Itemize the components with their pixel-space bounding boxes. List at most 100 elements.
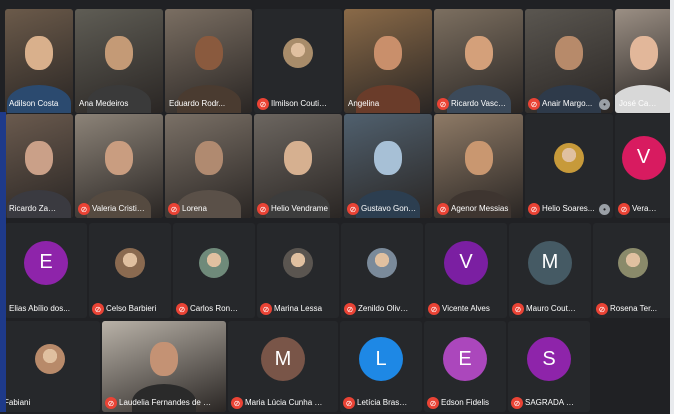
participant-name: Agenor Messias [451, 204, 509, 213]
participant-face [150, 342, 178, 377]
participant-name: Adilson Costa [9, 99, 59, 108]
mic-off-icon: ⊘ [511, 397, 523, 409]
participant-tile[interactable]: E ⊘ Edson Fidelis [424, 321, 506, 412]
participant-tile[interactable]: ⊘Laudelia Fernandes de Oliveira [102, 321, 226, 412]
mic-off-icon: ⊘ [528, 203, 540, 215]
mic-off-icon: ⊘ [437, 203, 449, 215]
participant-name: Ricardo Zanati [9, 204, 59, 213]
participant-name: Angelina [348, 99, 380, 108]
participant-tile[interactable]: ⊘ Agenor Messias [434, 114, 523, 218]
participant-avatar-photo [199, 247, 229, 278]
participant-name: Ana Medeiros [79, 99, 129, 108]
participant-face [105, 140, 133, 175]
participant-tile[interactable]: V ⊘ Vicente Alves [425, 223, 507, 318]
participant-name: Ricardo Vasconcel... [451, 99, 509, 108]
participant-name: Ilmilson Coutinho [271, 99, 328, 108]
participant-tile[interactable]: S ⊘SAGRADA SERVIÇOS [508, 321, 590, 412]
participant-avatar: E [443, 337, 487, 382]
pin-icon[interactable]: • [599, 99, 610, 110]
participant-name: Helio Vendrame [271, 204, 328, 213]
participant-name: Rosena Ter... [610, 304, 657, 313]
participant-name: SAGRADA SERVIÇOS [525, 398, 576, 407]
participant-tile[interactable]: ⊘ Celso Barbieri [89, 223, 171, 318]
participant-name: Fabiani [4, 398, 31, 407]
participant-tile[interactable]: Ricardo Zanati [5, 114, 73, 218]
mic-off-icon: ⊘ [596, 303, 608, 315]
participant-avatar-photo [554, 142, 584, 173]
mic-off-icon: ⊘ [257, 203, 269, 215]
participant-name: Vera Lucia R [632, 204, 658, 213]
mic-off-icon: ⊘ [78, 203, 90, 215]
participant-name: Eduardo Rodr... [169, 99, 226, 108]
participant-tile[interactable]: ⊘ Zenildo Oliveira [341, 223, 423, 318]
participant-face [25, 140, 53, 175]
mic-off-icon: ⊘ [168, 203, 180, 215]
participant-avatar-photo [617, 247, 648, 278]
participant-tile[interactable]: ⊘ Lorena [165, 114, 252, 218]
participant-avatar: L [359, 337, 403, 382]
participant-tile[interactable]: ⊘ Marina Lessa [257, 223, 339, 318]
participant-avatar-photo [367, 247, 397, 278]
participant-tile[interactable]: ⊘Gustavo Gonçalv... [344, 114, 432, 218]
participant-avatar: E [24, 240, 68, 285]
mic-off-icon: ⊘ [105, 397, 117, 409]
participant-face [374, 35, 402, 70]
participant-name: Elias Abílio dos... [9, 304, 70, 313]
participant-tile[interactable]: L ⊘ Letícia Brasília [340, 321, 422, 412]
participant-name: Lorena [182, 204, 207, 213]
participant-avatar-photo [283, 37, 313, 68]
participant-avatar-photo [283, 247, 313, 278]
participant-avatar: S [527, 337, 571, 382]
participant-tile[interactable]: José Carlos [615, 9, 672, 113]
participant-name: Letícia Brasília [357, 398, 408, 407]
participant-tile[interactable]: ⊘ Ilmilson Coutinho [254, 9, 342, 113]
participant-face [464, 35, 493, 70]
pin-icon[interactable]: • [599, 204, 610, 215]
participant-name: Celso Barbieri [106, 304, 157, 313]
mic-off-icon: ⊘ [176, 303, 188, 315]
mic-off-icon: ⊘ [92, 303, 104, 315]
participant-avatar-photo [115, 247, 145, 278]
participant-tile[interactable]: Ana Medeiros [75, 9, 163, 113]
participant-face [105, 35, 133, 70]
participant-tile[interactable]: E Elias Abílio dos... [5, 223, 87, 318]
participant-face [25, 35, 53, 70]
participant-name: Laudelia Fernandes de Oliveira [119, 398, 212, 407]
participant-avatar: M [261, 337, 305, 382]
participant-name: Valeria Cristina Go... [92, 204, 149, 213]
participant-tile[interactable]: ⊘ Anair Margo... • [525, 9, 613, 113]
participant-tile[interactable]: ⊘ Helio Soares... • [525, 114, 613, 218]
participant-tile[interactable]: ⊘Ricardo Vasconcel... [434, 9, 523, 113]
participant-tile[interactable]: Adilson Costa [5, 9, 73, 113]
participant-name: José Carlos [619, 99, 658, 108]
participant-tile[interactable]: ⊘ Helio Vendrame [254, 114, 342, 218]
participant-name: Maria Lúcia Cunha Sorsoli... [245, 398, 324, 407]
participant-face [194, 140, 223, 175]
participant-tile[interactable]: Angelina [344, 9, 432, 113]
mic-off-icon: ⊘ [344, 303, 356, 315]
participant-name: Anair Margo... [542, 99, 593, 108]
participant-name: Vicente Alves [442, 304, 490, 313]
participant-avatar-photo [35, 344, 65, 375]
mic-off-icon: ⊘ [347, 203, 359, 215]
participant-face [555, 35, 583, 70]
participant-tile[interactable]: Eduardo Rodr... [165, 9, 252, 113]
participant-tile[interactable]: V ⊘Vera Lucia R [615, 114, 672, 218]
participant-tile[interactable]: Fabiani [0, 321, 100, 412]
participant-name: Mauro Coutinho... [526, 304, 577, 313]
participant-face [629, 35, 658, 70]
mic-off-icon: ⊘ [512, 303, 524, 315]
side-panel-edge [0, 112, 6, 412]
participant-tile[interactable]: ⊘Valeria Cristina Go... [75, 114, 163, 218]
participant-tile[interactable]: ⊘Carlos Ronald Wa... [173, 223, 255, 318]
participant-tile[interactable]: M ⊘Mauro Coutinho... [509, 223, 591, 318]
participant-tile[interactable]: M ⊘Maria Lúcia Cunha Sorsoli... [228, 321, 338, 412]
participant-name: Edson Fidelis [441, 398, 490, 407]
participant-name: Carlos Ronald Wa... [190, 304, 241, 313]
mic-off-icon: ⊘ [618, 203, 630, 215]
participant-name: Marina Lessa [274, 304, 323, 313]
mic-off-icon: ⊘ [231, 397, 243, 409]
mic-off-icon: ⊘ [427, 397, 439, 409]
window-edge [670, 0, 674, 414]
participant-tile[interactable]: ⊘ Rosena Ter... [593, 223, 672, 318]
